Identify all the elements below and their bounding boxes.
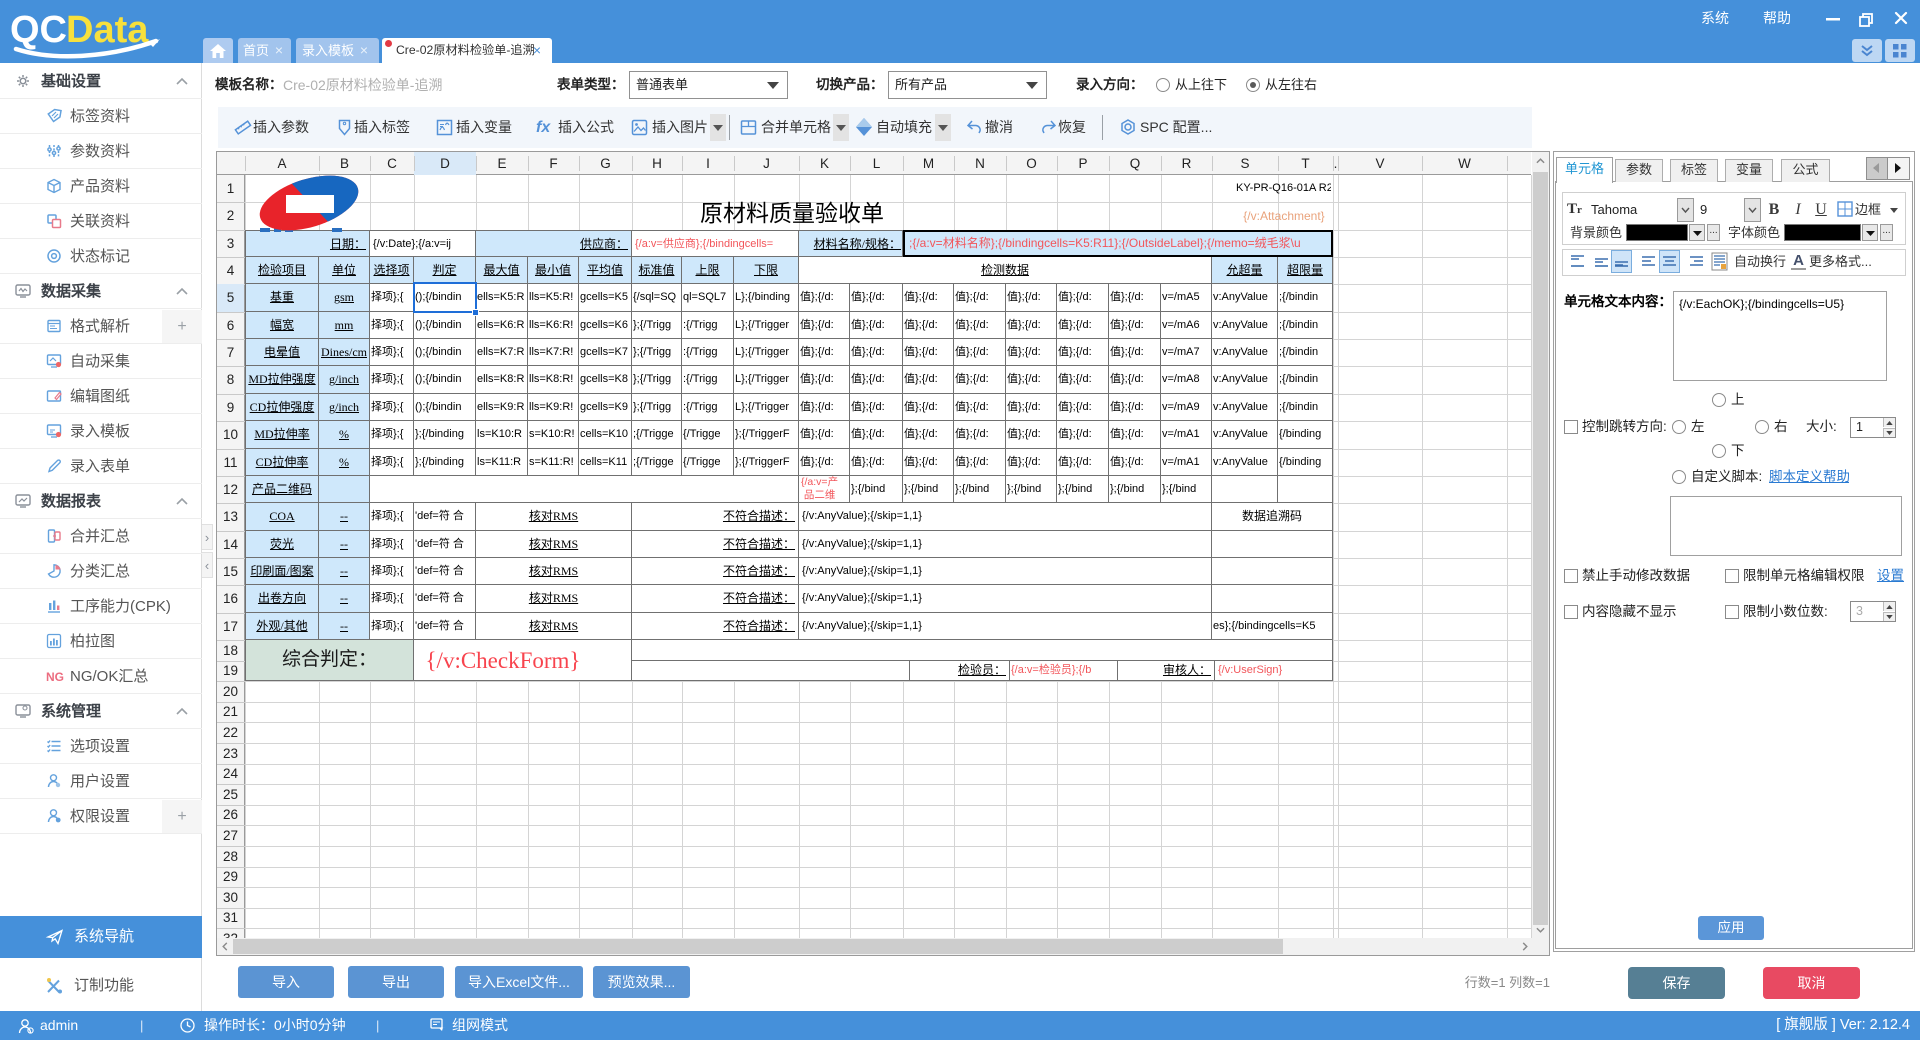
svg-text:NG: NG bbox=[46, 670, 64, 684]
svg-text:QC: QC bbox=[10, 9, 67, 51]
